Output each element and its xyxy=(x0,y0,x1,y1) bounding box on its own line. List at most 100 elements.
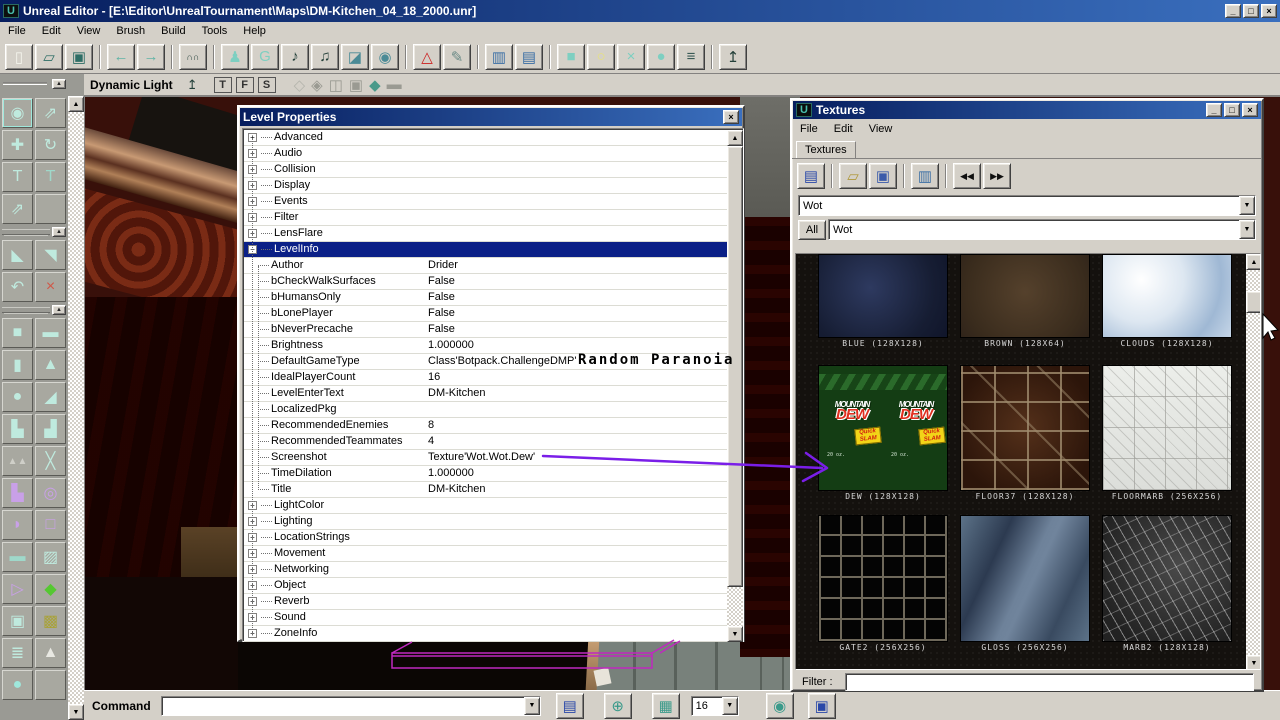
tree-scroll-track[interactable] xyxy=(727,587,743,626)
shattered-sheet-icon[interactable]: ▨ xyxy=(35,542,66,572)
menu-edit[interactable]: Edit xyxy=(34,23,69,39)
menu-help[interactable]: Help xyxy=(235,23,274,39)
tree-group-events[interactable]: +Events xyxy=(244,194,727,210)
texture-tile-floormarb[interactable] xyxy=(1102,365,1232,491)
property-value[interactable]: False xyxy=(428,290,727,305)
property-value[interactable]: 8 xyxy=(428,418,727,433)
tree-scroll-up-icon[interactable]: ▲ xyxy=(727,130,743,146)
property-row-screenshot[interactable]: ScreenshotTexture'Wot.Wot.Dew' xyxy=(244,450,727,466)
ellipse-brush-icon[interactable]: ● xyxy=(2,670,33,700)
overhead-view-icon[interactable]: ◫ xyxy=(329,76,343,94)
property-row-recommendedteammates[interactable]: RecommendedTeammates4 xyxy=(244,434,727,450)
property-value[interactable]: 16 xyxy=(428,370,727,385)
package-dropdown[interactable]: Wot ▼ xyxy=(798,195,1256,216)
open-package-icon[interactable]: ▱ xyxy=(839,163,867,189)
menu-edit[interactable]: Edit xyxy=(826,121,861,137)
volcano-brush-icon[interactable]: ▲ xyxy=(35,638,66,668)
texture-tile-floor37[interactable] xyxy=(960,365,1090,491)
undo-icon[interactable]: ← xyxy=(107,44,135,70)
texture-scrollbar[interactable]: ▲ ▼ xyxy=(1246,254,1261,670)
2d-shape-editor-icon[interactable]: △ xyxy=(413,44,441,70)
actor-class-browser-icon[interactable]: ♟ xyxy=(221,44,249,70)
texture-scroll-track[interactable] xyxy=(1246,313,1261,655)
tree-group-networking[interactable]: +Networking xyxy=(244,562,727,578)
texture-tile-gate2[interactable] xyxy=(818,515,948,642)
property-value[interactable]: 4 xyxy=(428,434,727,449)
tree-group-lensflare[interactable]: +LensFlare xyxy=(244,226,727,242)
tree-group-zoneinfo[interactable]: +ZoneInfo xyxy=(244,626,727,642)
property-value[interactable]: 1.000000 xyxy=(428,338,727,353)
group-browser-icon[interactable]: G xyxy=(251,44,279,70)
intersect-sheets-icon[interactable]: ╳ xyxy=(35,446,66,476)
property-row-bneverprecache[interactable]: bNeverPrecacheFalse xyxy=(244,322,727,338)
tessellated-brush-icon[interactable]: ▩ xyxy=(35,606,66,636)
chevron-down-icon[interactable]: ▼ xyxy=(1239,220,1255,239)
command-input[interactable] xyxy=(166,700,525,712)
save-map-icon[interactable]: ▣ xyxy=(65,44,93,70)
loft-brush-icon[interactable]: ▷ xyxy=(2,574,33,604)
next-group-icon[interactable]: ▶▶ xyxy=(983,163,1011,189)
texture-scroll-thumb[interactable] xyxy=(1246,291,1261,313)
minimize-button[interactable]: _ xyxy=(1225,4,1241,18)
brush-rotate-icon[interactable]: ↻ xyxy=(35,130,66,160)
actor-move-icon[interactable]: ⇗ xyxy=(35,98,66,128)
property-value[interactable]: DM-Kitchen xyxy=(428,386,727,401)
tree-group-audio[interactable]: +Audio xyxy=(244,146,727,162)
maximize-button[interactable]: □ xyxy=(1243,4,1259,18)
menu-file[interactable]: File xyxy=(0,23,34,39)
curved-stairs-icon[interactable]: ◢ xyxy=(35,382,66,412)
menu-file[interactable]: File xyxy=(792,121,826,137)
music-browser-icon[interactable]: ♪ xyxy=(281,44,309,70)
tree-group-advanced[interactable]: +Advanced xyxy=(244,130,727,146)
build-all-icon[interactable]: ● xyxy=(647,44,675,70)
flat-view-icon[interactable]: ▬ xyxy=(387,76,402,93)
texture-tile-clouds[interactable] xyxy=(1102,254,1232,338)
property-value[interactable]: False xyxy=(428,306,727,321)
all-groups-button[interactable]: All xyxy=(798,220,826,240)
property-row-recommendedenemies[interactable]: RecommendedEnemies8 xyxy=(244,418,727,434)
dodecahedron-brush-icon[interactable]: ◆ xyxy=(35,574,66,604)
sheet-brush-icon[interactable]: ▬ xyxy=(35,318,66,348)
surface-properties-icon[interactable]: ▤ xyxy=(515,44,543,70)
texture-tile-dew[interactable]: MOUNTAINDEWQuick SLAM20 oz.MOUNTAINDEWQu… xyxy=(818,365,948,491)
actor-align-icon[interactable]: ⊕ xyxy=(604,693,632,719)
texture-scroll-down-icon[interactable]: ▼ xyxy=(1246,655,1261,670)
split-poly-icon[interactable]: ◥ xyxy=(35,240,66,270)
group-dropdown[interactable]: Wot ▼ xyxy=(828,219,1256,240)
property-value[interactable]: 1.000000 xyxy=(428,466,727,481)
textures-maximize-icon[interactable]: □ xyxy=(1224,103,1240,117)
open-map-icon[interactable]: ▱ xyxy=(35,44,63,70)
prev-group-icon[interactable]: ◀◀ xyxy=(953,163,981,189)
texture-pan-icon[interactable]: T xyxy=(2,162,33,192)
grid-toggle-icon[interactable]: ▦ xyxy=(652,693,680,719)
menu-view[interactable]: View xyxy=(69,23,109,39)
redo-icon[interactable]: → xyxy=(137,44,165,70)
log-window-icon[interactable]: ▤ xyxy=(556,693,584,719)
play-map-icon[interactable]: ↥ xyxy=(719,44,747,70)
collapse-section-icon[interactable]: ▲ xyxy=(52,79,66,89)
tab-textures[interactable]: Textures xyxy=(796,141,856,158)
property-row-localizedpkg[interactable]: LocalizedPkg xyxy=(244,402,727,418)
joystick-icon[interactable]: ↥ xyxy=(187,77,198,93)
build-options-icon[interactable]: ≡ xyxy=(677,44,705,70)
chevron-down-icon[interactable]: ▼ xyxy=(722,697,738,715)
cone-brush-icon[interactable]: ▲ xyxy=(35,350,66,380)
open-cube-icon[interactable]: □ xyxy=(35,510,66,540)
spiral-stairs-icon[interactable]: ▙ xyxy=(2,414,33,444)
mesh-browser-icon[interactable]: ◉ xyxy=(371,44,399,70)
tree-group-sound[interactable]: +Sound xyxy=(244,610,727,626)
left-toolbar-scrollbar[interactable]: ▲ ▼ xyxy=(68,96,84,720)
tree-group-lighting[interactable]: +Lighting xyxy=(244,514,727,530)
torus-brush-icon[interactable]: ◎ xyxy=(35,478,66,508)
delete-clip-icon[interactable]: × xyxy=(35,272,66,302)
textures-minimize-icon[interactable]: _ xyxy=(1206,103,1222,117)
chevron-down-icon[interactable]: ▼ xyxy=(1239,196,1255,215)
scroll-track[interactable] xyxy=(68,112,84,704)
chevron-down-icon[interactable]: ▼ xyxy=(524,697,539,715)
save-package-icon[interactable]: ▣ xyxy=(869,163,897,189)
flip-clip-icon[interactable]: ↶ xyxy=(2,272,33,302)
property-row-bcheckwalksurfaces[interactable]: bCheckWalkSurfacesFalse xyxy=(244,274,727,290)
build-geometry-icon[interactable]: ■ xyxy=(557,44,585,70)
sound-browser-icon[interactable]: ♫ xyxy=(311,44,339,70)
tree-group-lightcolor[interactable]: +LightColor xyxy=(244,498,727,514)
